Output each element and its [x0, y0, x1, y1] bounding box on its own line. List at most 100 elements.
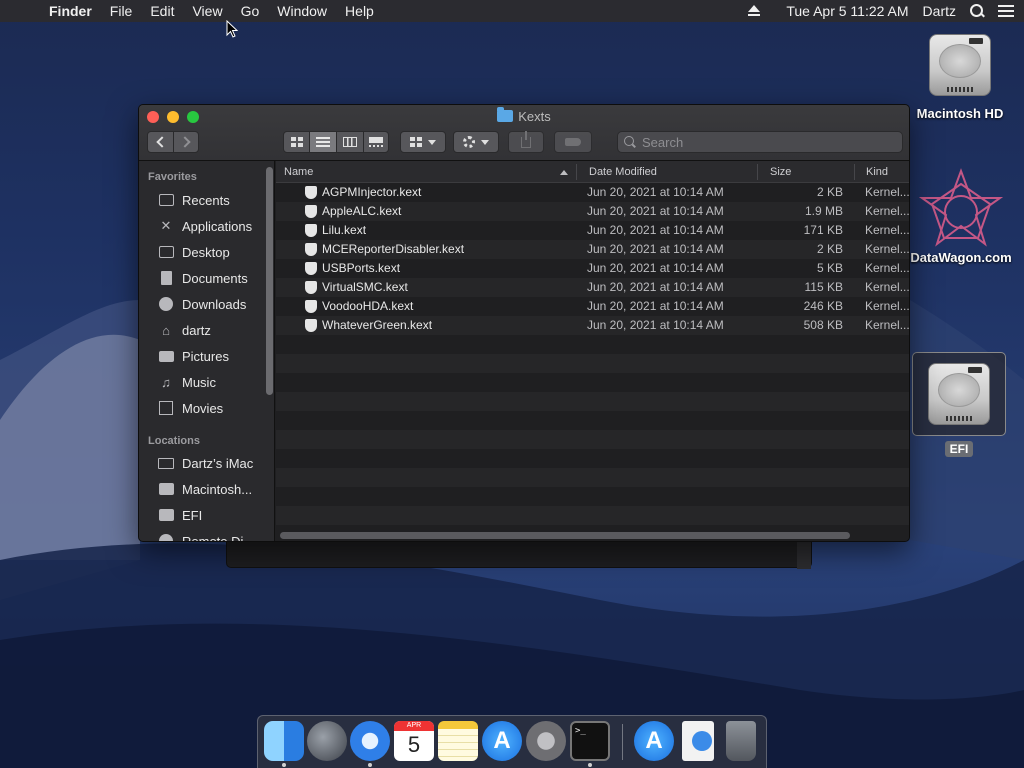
- empty-row: [276, 373, 909, 392]
- kext-icon: [305, 262, 317, 275]
- forward-button[interactable]: [174, 132, 198, 152]
- sidebar-section-locations: Locations: [148, 435, 200, 447]
- grid-icon: [410, 137, 422, 147]
- eject-icon[interactable]: [748, 5, 761, 17]
- desktop-icon-macintosh-hd[interactable]: Macintosh HD: [910, 30, 1010, 121]
- column-header-size[interactable]: Size: [770, 161, 791, 183]
- search-field[interactable]: [617, 131, 903, 153]
- drive-icon: [157, 507, 175, 523]
- horizontal-scrollbar[interactable]: [280, 532, 850, 539]
- table-row[interactable]: AppleALC.kext Jun 20, 2021 at 10:14 AM 1…: [276, 202, 910, 221]
- background-window-scrollbar[interactable]: [797, 541, 811, 569]
- sidebar-item-movies[interactable]: Movies: [139, 395, 274, 421]
- menu-finder[interactable]: Finder: [40, 0, 101, 22]
- empty-row: [276, 411, 909, 430]
- file-size: 5 KB: [816, 261, 843, 275]
- sidebar-item-desktop[interactable]: Desktop: [139, 239, 274, 265]
- file-kind: Kernel...: [865, 299, 910, 313]
- file-name: USBPorts.kext: [322, 261, 401, 275]
- dock-launchpad-icon[interactable]: [307, 721, 347, 761]
- dock-app-store-icon[interactable]: A: [482, 721, 522, 761]
- window-title: Kexts: [139, 107, 909, 124]
- dock: APR 5 A >_ A: [257, 715, 767, 768]
- back-button[interactable]: [148, 132, 174, 152]
- table-row[interactable]: WhateverGreen.kext Jun 20, 2021 at 10:14…: [276, 316, 909, 335]
- tags-button[interactable]: [554, 131, 592, 153]
- menu-help[interactable]: Help: [336, 0, 383, 22]
- menu-go[interactable]: Go: [232, 0, 269, 22]
- sidebar-item-label: Recents: [182, 192, 230, 208]
- finder-window[interactable]: Kexts Search Favorites Recents ✕ Applica…: [138, 104, 910, 542]
- sidebar-item-imac[interactable]: Dartz’s iMac: [139, 450, 274, 476]
- desktop-icon-datawagon[interactable]: DataWagon.com: [906, 168, 1016, 265]
- sidebar-item-downloads[interactable]: Downloads: [139, 291, 274, 317]
- table-row[interactable]: MCEReporterDisabler.kext Jun 20, 2021 at…: [276, 240, 909, 259]
- table-row[interactable]: VoodooHDA.kext Jun 20, 2021 at 10:14 AM …: [276, 297, 910, 316]
- columns-icon: [343, 137, 357, 147]
- file-size: 171 KB: [803, 223, 843, 237]
- table-row[interactable]: VirtualSMC.kext Jun 20, 2021 at 10:14 AM…: [276, 278, 909, 297]
- table-row[interactable]: AGPMInjector.kext Jun 20, 2021 at 10:14 …: [276, 183, 909, 202]
- gallery-view-button[interactable]: [364, 132, 388, 152]
- table-row[interactable]: Lilu.kext Jun 20, 2021 at 10:14 AM 171 K…: [276, 221, 909, 240]
- list-header: Name Date Modified Size Kind: [276, 161, 909, 183]
- dock-finder-icon[interactable]: [264, 721, 304, 761]
- file-date: Jun 20, 2021 at 10:14 AM: [587, 280, 724, 294]
- sidebar-section-favorites: Favorites: [148, 171, 197, 183]
- table-row[interactable]: USBPorts.kext Jun 20, 2021 at 10:14 AM 5…: [276, 259, 909, 278]
- sidebar-item-remote-disc[interactable]: Remote Di...: [139, 528, 274, 541]
- list-view-button[interactable]: [310, 132, 337, 152]
- menu-window[interactable]: Window: [268, 0, 336, 22]
- sidebar-item-macintosh-hd[interactable]: Macintosh...: [139, 476, 274, 502]
- menu-file[interactable]: File: [101, 0, 142, 22]
- share-button[interactable]: [508, 130, 544, 153]
- desktop-icon-efi[interactable]: EFI: [912, 352, 1006, 457]
- group-by-button[interactable]: [400, 131, 446, 153]
- list-icon: [316, 137, 330, 147]
- dock-trash-icon[interactable]: [726, 721, 756, 761]
- file-size: 246 KB: [803, 299, 843, 313]
- disc-icon: [157, 533, 175, 541]
- sidebar-item-label: Macintosh...: [182, 481, 253, 497]
- menubar-user[interactable]: Dartz: [923, 3, 956, 19]
- menubar-clock[interactable]: Tue Apr 5 11:22 AM: [786, 3, 908, 19]
- sidebar-item-home[interactable]: ⌂ dartz: [139, 317, 274, 343]
- column-header-kind[interactable]: Kind: [866, 161, 888, 183]
- sidebar-item-music[interactable]: ♫ Music: [139, 369, 274, 395]
- search-input[interactable]: [642, 134, 892, 150]
- window-titlebar[interactable]: Kexts: [139, 105, 909, 161]
- menu-view[interactable]: View: [183, 0, 231, 22]
- empty-row: [276, 430, 909, 449]
- sidebar-item-applications[interactable]: ✕ Applications: [139, 213, 274, 239]
- spotlight-icon[interactable]: [970, 4, 984, 18]
- dock-system-preferences-icon[interactable]: [526, 721, 566, 761]
- file-name: AGPMInjector.kext: [322, 185, 422, 199]
- column-header-date[interactable]: Date Modified: [589, 161, 657, 183]
- dock-calendar-icon[interactable]: APR 5: [394, 721, 434, 761]
- dock-app-store-download-icon[interactable]: A: [634, 721, 674, 761]
- dock-safari-icon[interactable]: [350, 721, 390, 761]
- icon-view-button[interactable]: [284, 132, 310, 152]
- sidebar-item-label: dartz: [182, 322, 211, 338]
- file-kind: Kernel...: [865, 204, 910, 218]
- sidebar-item-recents[interactable]: Recents: [139, 187, 274, 213]
- sidebar-item-efi[interactable]: EFI: [139, 502, 274, 528]
- dock-downloads-stack-icon[interactable]: [682, 721, 714, 761]
- gear-icon: [463, 136, 475, 148]
- action-button[interactable]: [453, 131, 499, 153]
- document-icon: [157, 270, 175, 286]
- dock-notes-icon[interactable]: [438, 721, 478, 761]
- file-list: Name Date Modified Size Kind AGPMInjecto…: [276, 161, 910, 541]
- calendar-month: APR: [394, 721, 434, 731]
- kext-icon: [305, 186, 317, 199]
- grid-icon: [290, 137, 303, 147]
- dock-separator: [622, 724, 623, 760]
- sidebar-item-pictures[interactable]: Pictures: [139, 343, 274, 369]
- dock-terminal-icon[interactable]: >_: [570, 721, 610, 761]
- column-view-button[interactable]: [337, 132, 364, 152]
- notification-center-icon[interactable]: [998, 5, 1014, 17]
- column-header-name[interactable]: Name: [284, 161, 313, 183]
- sidebar-item-documents[interactable]: Documents: [139, 265, 274, 291]
- sidebar-scrollbar[interactable]: [266, 167, 273, 395]
- menu-edit[interactable]: Edit: [141, 0, 183, 22]
